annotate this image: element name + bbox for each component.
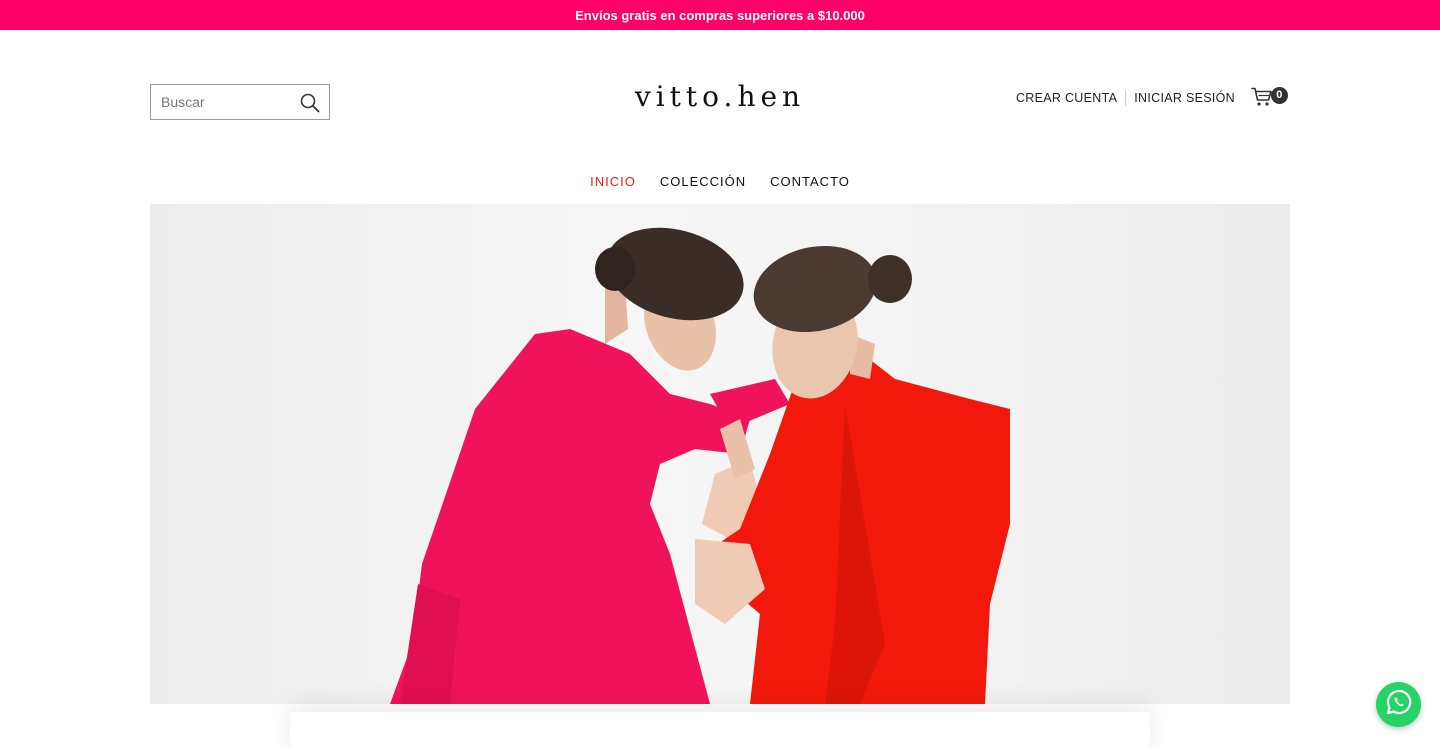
whatsapp-icon: [1385, 688, 1413, 721]
search-form: [150, 84, 330, 120]
login-link[interactable]: INICIAR SESIÓN: [1134, 91, 1235, 105]
main-nav: INICIO COLECCIÓN CONTACTO: [0, 174, 1440, 189]
content-card: [290, 712, 1150, 747]
promo-bar: Envíos gratis en compras superiores a $1…: [0, 0, 1440, 30]
hero-banner[interactable]: [150, 204, 1290, 704]
nav-item-contacto[interactable]: CONTACTO: [770, 174, 850, 189]
account-links: CREAR CUENTA INICIAR SESIÓN 0: [1016, 86, 1288, 110]
create-account-link[interactable]: CREAR CUENTA: [1016, 91, 1117, 105]
whatsapp-button[interactable]: [1376, 682, 1421, 727]
divider: [1125, 90, 1127, 106]
cart-button[interactable]: 0: [1251, 86, 1288, 110]
nav-item-coleccion[interactable]: COLECCIÓN: [660, 174, 746, 189]
cart-icon: [1251, 87, 1273, 110]
cart-count-badge: 0: [1271, 86, 1288, 104]
nav-item-inicio[interactable]: INICIO: [590, 174, 636, 189]
site-logo[interactable]: vitto.hen: [520, 80, 920, 113]
promo-text: Envíos gratis en compras superiores a $1…: [575, 7, 865, 23]
hero-image: [390, 227, 1010, 704]
search-icon[interactable]: [299, 92, 321, 114]
search-input[interactable]: [151, 85, 291, 119]
